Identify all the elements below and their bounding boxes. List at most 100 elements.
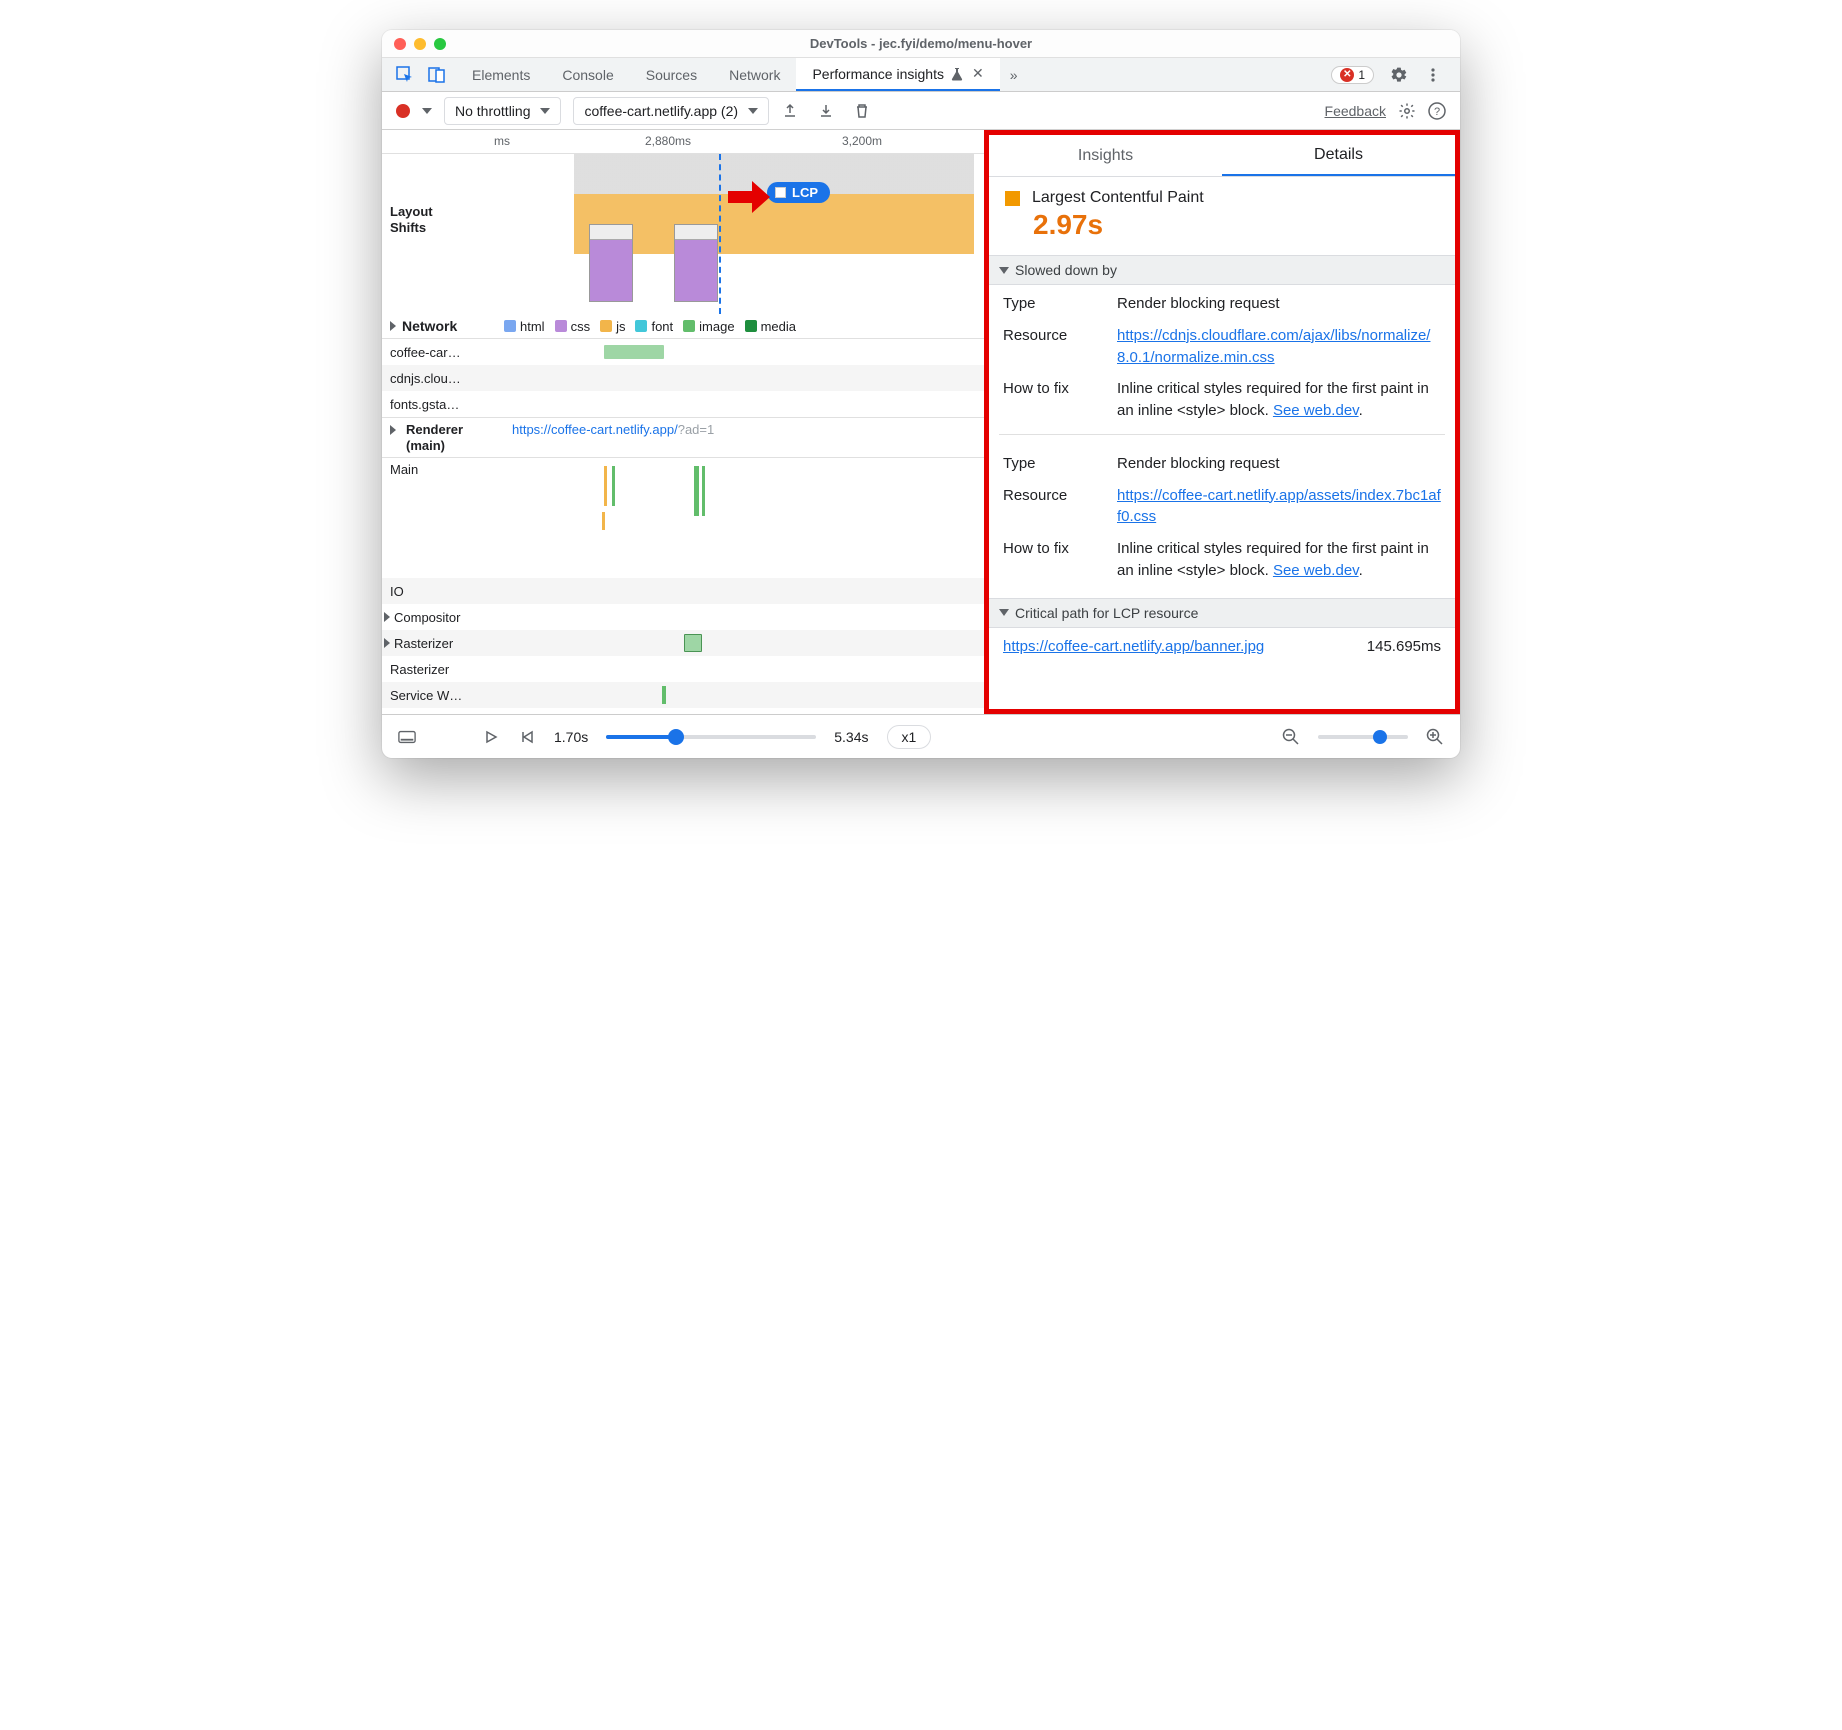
- throttling-select[interactable]: No throttling: [444, 97, 561, 125]
- import-icon[interactable]: [817, 102, 835, 120]
- expand-icon[interactable]: [390, 425, 396, 435]
- thread-name: Rasterizer: [394, 636, 486, 651]
- legend-font: font: [651, 319, 673, 334]
- svg-text:?: ?: [1434, 106, 1440, 118]
- tab-elements[interactable]: Elements: [456, 58, 546, 91]
- ruler-tick: 3,200m: [842, 134, 882, 148]
- settings-icon[interactable]: [1390, 66, 1408, 84]
- thread-row[interactable]: Service W…: [382, 682, 984, 708]
- ruler-tick: 2,880ms: [645, 134, 691, 148]
- expand-icon[interactable]: [384, 612, 390, 622]
- device-toolbar-icon[interactable]: [428, 66, 446, 84]
- tab-sources[interactable]: Sources: [630, 58, 713, 91]
- lcp-summary: Largest Contentful Paint 2.97s: [989, 177, 1455, 255]
- export-icon[interactable]: [781, 102, 799, 120]
- detail-row-type: TypeRender blocking request: [989, 285, 1455, 317]
- layout-shift-thumbnail[interactable]: [589, 224, 633, 302]
- inspect-element-icon[interactable]: [396, 66, 414, 84]
- annotation-arrow-icon: [726, 179, 772, 215]
- time-end: 5.34s: [834, 729, 868, 745]
- timeline-scrubber[interactable]: [606, 735, 816, 739]
- lcp-marker-badge[interactable]: LCP: [767, 182, 830, 203]
- slowed-down-header[interactable]: Slowed down by: [989, 255, 1455, 285]
- lcp-marker-label: LCP: [792, 185, 818, 200]
- zoom-slider[interactable]: [1318, 735, 1408, 739]
- detail-row-fix: How to fixInline critical styles require…: [989, 530, 1455, 584]
- divider: [999, 434, 1445, 435]
- critical-path-time: 145.695ms: [1367, 638, 1441, 655]
- thread-name: Main: [390, 462, 494, 477]
- recording-select[interactable]: coffee-cart.netlify.app (2): [573, 97, 769, 125]
- throttling-value: No throttling: [455, 103, 530, 119]
- ruler-tick: ms: [494, 134, 510, 148]
- renderer-url[interactable]: https://coffee-cart.netlify.app/?ad=1: [512, 422, 714, 437]
- lcp-region: [574, 154, 974, 254]
- network-section-header: Network html css js font image media: [382, 314, 984, 339]
- network-label: Network: [402, 318, 502, 334]
- legend-html: html: [520, 319, 545, 334]
- help-icon[interactable]: ?: [1428, 102, 1446, 120]
- resource-link[interactable]: https://coffee-cart.netlify.app/assets/i…: [1117, 487, 1441, 526]
- tab-details[interactable]: Details: [1222, 135, 1455, 176]
- thread-row[interactable]: Rasterizer: [382, 656, 984, 682]
- zoom-out-icon[interactable]: [1282, 728, 1300, 746]
- chevron-down-icon: [999, 609, 1009, 616]
- chevron-down-icon: [540, 108, 550, 114]
- error-count: 1: [1358, 68, 1365, 82]
- expand-icon[interactable]: [390, 321, 396, 331]
- feedback-link[interactable]: Feedback: [1325, 103, 1386, 119]
- record-button[interactable]: [396, 104, 410, 118]
- detail-row-type: TypeRender blocking request: [989, 445, 1455, 477]
- timeline-ruler: ms 2,880ms 3,200m: [382, 130, 984, 154]
- thread-row[interactable]: IO: [382, 578, 984, 604]
- thread-row[interactable]: Compositor: [382, 604, 984, 630]
- delete-icon[interactable]: [853, 102, 871, 120]
- panel-settings-icon[interactable]: [1398, 102, 1416, 120]
- error-badge[interactable]: ✕ 1: [1331, 66, 1374, 84]
- layout-shifts-label: Layout Shifts: [382, 154, 494, 314]
- chevron-down-icon: [999, 267, 1009, 274]
- zoom-level[interactable]: x1: [887, 725, 932, 749]
- detail-row-fix: How to fixInline critical styles require…: [989, 370, 1455, 424]
- layout-shifts-canvas[interactable]: LCP: [494, 154, 984, 314]
- details-tabs: Insights Details: [989, 135, 1455, 177]
- expand-icon[interactable]: [384, 638, 390, 648]
- kebab-menu-icon[interactable]: [1424, 66, 1442, 84]
- thread-row-main[interactable]: Main: [382, 458, 984, 578]
- network-row-name: fonts.gsta…: [390, 397, 494, 412]
- network-row[interactable]: cdnjs.clou…: [382, 365, 984, 391]
- close-tab-icon[interactable]: ✕: [972, 65, 984, 82]
- webdev-link[interactable]: See web.dev: [1273, 402, 1359, 419]
- tab-insights[interactable]: Insights: [989, 135, 1222, 176]
- section-title: Slowed down by: [1015, 262, 1117, 278]
- network-row[interactable]: coffee-car…: [382, 339, 984, 365]
- thread-row[interactable]: Rasterizer: [382, 630, 984, 656]
- renderer-section-header: Renderer (main) https://coffee-cart.netl…: [382, 417, 984, 458]
- layout-shift-thumbnail[interactable]: [674, 224, 718, 302]
- network-legend: html css js font image media: [504, 319, 796, 334]
- thread-name: Compositor: [394, 610, 486, 625]
- play-icon[interactable]: [482, 728, 500, 746]
- lcp-time-line: [719, 154, 721, 314]
- tab-performance-insights[interactable]: Performance insights ✕: [796, 58, 999, 91]
- zoom-in-icon[interactable]: [1426, 728, 1444, 746]
- flask-icon: [950, 67, 964, 81]
- time-start: 1.70s: [554, 729, 588, 745]
- critical-path-header[interactable]: Critical path for LCP resource: [989, 598, 1455, 628]
- more-tabs-button[interactable]: »: [1000, 58, 1028, 91]
- webdev-link[interactable]: See web.dev: [1273, 562, 1359, 579]
- detail-row-resource: Resourcehttps://cdnjs.cloudflare.com/aja…: [989, 317, 1455, 371]
- tab-network[interactable]: Network: [713, 58, 796, 91]
- renderer-label: Renderer (main): [406, 422, 506, 453]
- tab-console[interactable]: Console: [546, 58, 629, 91]
- chevron-down-icon: [748, 108, 758, 114]
- preview-icon[interactable]: [398, 728, 416, 746]
- lcp-color-swatch: [1005, 191, 1020, 206]
- timeline-panel: ms 2,880ms 3,200m Layout Shifts LCP: [382, 130, 984, 714]
- critical-path-link[interactable]: https://coffee-cart.netlify.app/banner.j…: [1003, 638, 1264, 655]
- network-row-name: cdnjs.clou…: [390, 371, 494, 386]
- resource-link[interactable]: https://cdnjs.cloudflare.com/ajax/libs/n…: [1117, 327, 1430, 366]
- record-menu-chevron-icon[interactable]: [422, 108, 432, 114]
- network-row[interactable]: fonts.gsta…: [382, 391, 984, 417]
- skip-start-icon[interactable]: [518, 728, 536, 746]
